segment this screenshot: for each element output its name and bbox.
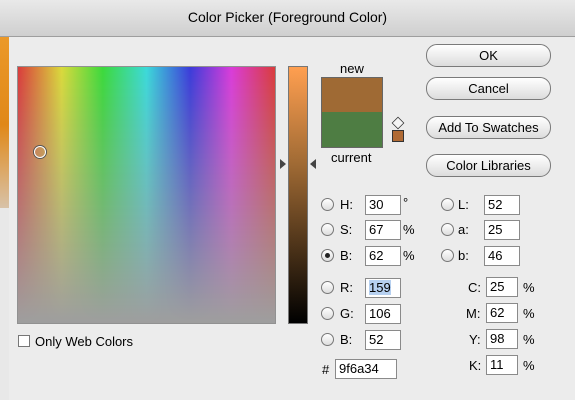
lab-a-input[interactable]: 25 [484, 220, 520, 240]
hue-input[interactable]: 30 [365, 195, 401, 215]
magenta-input[interactable]: 62 [486, 303, 518, 323]
red-radio[interactable] [321, 281, 334, 294]
slider-handle-left-icon[interactable] [280, 159, 286, 169]
blue-label: B: [340, 332, 353, 347]
cyan-label: C: [468, 280, 481, 295]
lightness-label: L: [458, 197, 469, 212]
blue-radio[interactable] [321, 333, 334, 346]
lightness-radio[interactable] [441, 198, 454, 211]
green-label: G: [340, 306, 354, 321]
color-field-shade [17, 66, 276, 324]
add-to-swatches-button[interactable]: Add To Swatches [426, 116, 551, 139]
current-color-label: current [331, 150, 372, 165]
hex-label: # [322, 362, 330, 377]
hue-radio[interactable] [321, 198, 334, 211]
lab-a-radio[interactable] [441, 223, 454, 236]
saturation-radio[interactable] [321, 223, 334, 236]
black-label: K: [469, 358, 482, 373]
cyan-input[interactable]: 25 [486, 277, 518, 297]
ok-button[interactable]: OK [426, 44, 551, 67]
magenta-unit: % [523, 306, 535, 321]
color-libraries-button[interactable]: Color Libraries [426, 154, 551, 177]
brightness-unit: % [403, 248, 415, 263]
only-web-colors-checkbox[interactable] [18, 335, 30, 347]
current-color-swatch[interactable] [321, 112, 383, 148]
window-title: Color Picker (Foreground Color) [187, 9, 388, 25]
saturation-input[interactable]: 67 [365, 220, 401, 240]
saturation-label: S: [340, 222, 353, 237]
new-color-label: new [340, 61, 364, 76]
yellow-unit: % [523, 332, 535, 347]
green-radio[interactable] [321, 307, 334, 320]
red-input[interactable]: 159 [365, 278, 401, 298]
brightness-input[interactable]: 62 [365, 246, 401, 266]
yellow-input[interactable]: 98 [486, 329, 518, 349]
magenta-label: M: [466, 306, 481, 321]
lab-b-label: b: [458, 248, 469, 263]
slider-handle-right-icon[interactable] [310, 159, 316, 169]
green-input[interactable]: 106 [365, 304, 401, 324]
new-color-swatch [321, 77, 383, 113]
hue-label: H: [340, 197, 353, 212]
only-web-colors-label[interactable]: Only Web Colors [35, 334, 133, 349]
red-input-value: 159 [369, 280, 391, 295]
yellow-label: Y: [469, 332, 481, 347]
lab-a-label: a: [458, 222, 469, 237]
saturation-unit: % [403, 222, 415, 237]
brightness-radio[interactable] [321, 249, 334, 262]
lab-b-input[interactable]: 46 [484, 246, 520, 266]
brightness-label: B: [340, 248, 353, 263]
lightness-input[interactable]: 52 [484, 195, 520, 215]
hex-input[interactable]: 9f6a34 [335, 359, 397, 379]
blue-input[interactable]: 52 [365, 330, 401, 350]
lab-b-radio[interactable] [441, 249, 454, 262]
black-input[interactable]: 11 [486, 355, 518, 375]
black-unit: % [523, 358, 535, 373]
brightness-slider[interactable] [288, 66, 308, 324]
cyan-unit: % [523, 280, 535, 295]
color-field-marker[interactable] [34, 146, 46, 158]
hue-unit: ° [403, 195, 409, 210]
web-safe-swatch[interactable] [392, 130, 404, 142]
red-label: R: [340, 280, 353, 295]
cancel-button[interactable]: Cancel [426, 77, 551, 100]
